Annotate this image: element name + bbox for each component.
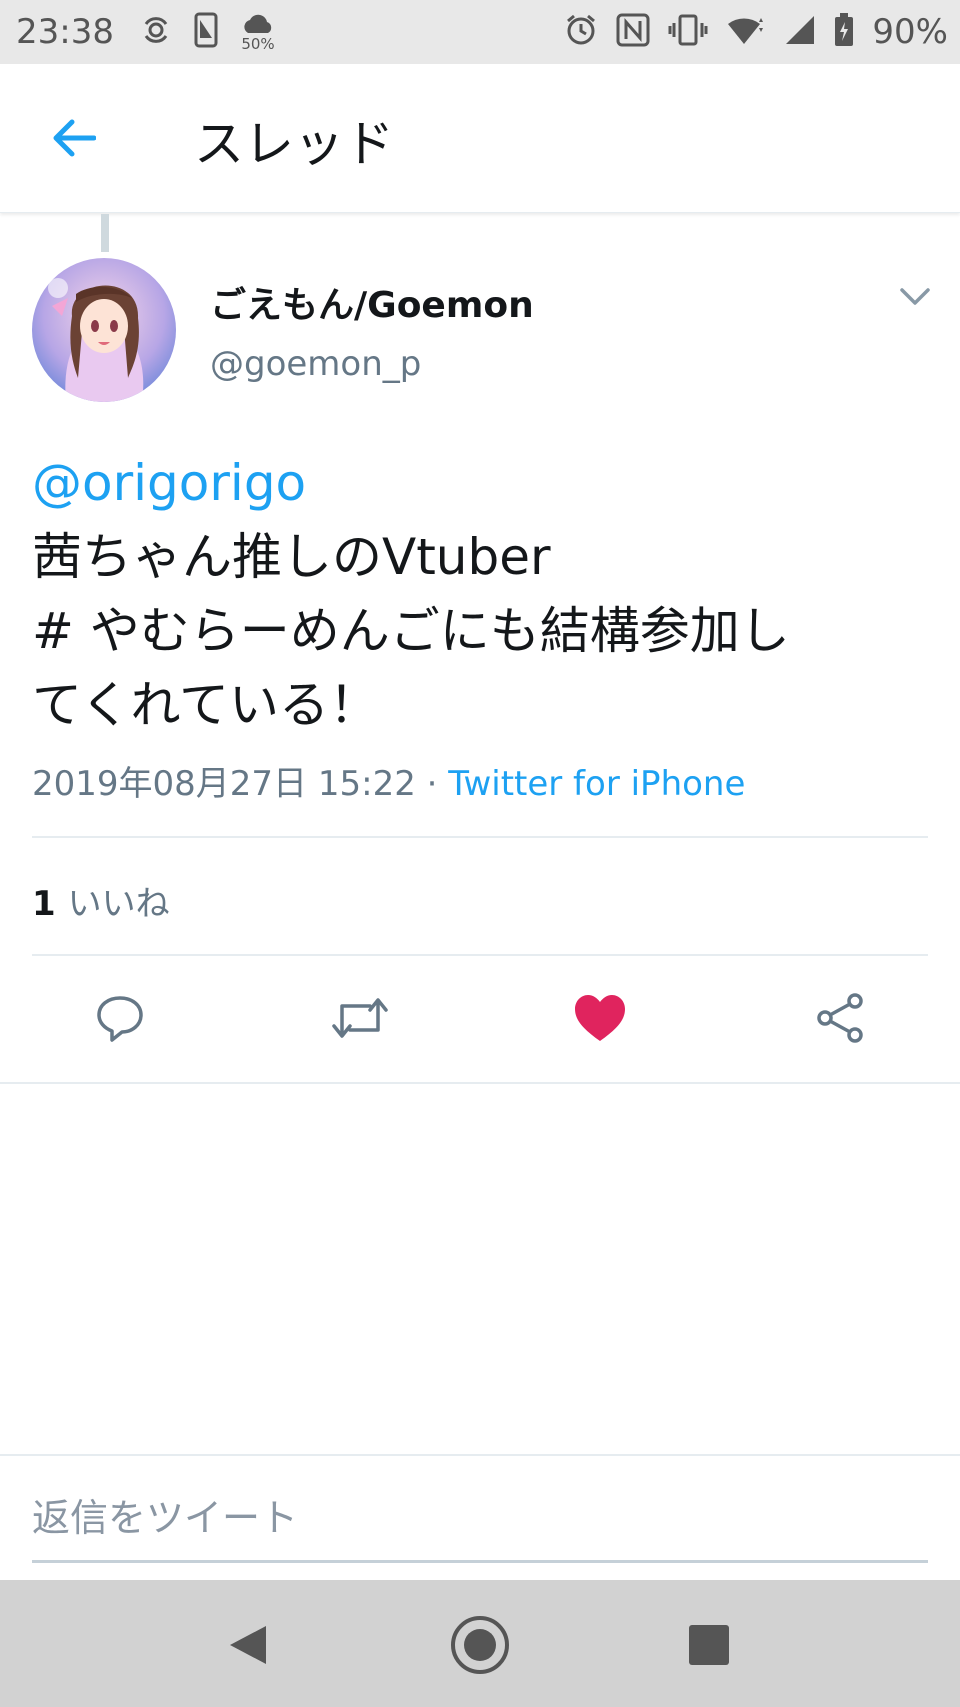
share-icon [817,993,863,1043]
tweet-text-line: # やむらーめんごにも結構参加し [32,602,790,660]
divider [0,1082,960,1084]
retweet-button[interactable] [328,986,392,1050]
reply-composer [32,1496,928,1560]
arrow-left-icon [53,119,96,157]
status-left-icons: 50% [140,8,276,56]
reply-input[interactable] [32,1496,928,1540]
user-handle[interactable]: @goemon_p [210,344,421,384]
weather-icon: 50% [240,13,276,52]
thread-connector-line [101,214,109,252]
battery-percent: 90% [872,12,948,52]
status-bar: 23:38 50% 90% [0,0,960,64]
nav-recents-button[interactable] [674,1610,744,1680]
tweet-timestamp: 2019年08月27日 15:22 [32,764,416,804]
nav-home-button[interactable] [445,1610,515,1680]
app-bar: スレッド [0,64,960,213]
reply-button[interactable] [88,986,152,1050]
heart-filled-icon [575,995,625,1041]
nav-back-button[interactable] [214,1610,284,1680]
like-count: 1 [32,884,56,924]
triangle-back-icon [230,1626,266,1664]
avatar[interactable] [32,258,176,402]
tweet-meta: 2019年08月27日 15:22 · Twitter for iPhone [32,756,745,805]
likes-summary[interactable]: 1 いいね [32,876,170,925]
display-name[interactable]: ごえもん/Goemon [210,276,534,328]
like-button[interactable] [568,986,632,1050]
reply-input-underline [32,1560,928,1563]
chevron-down-icon [900,288,930,305]
phone-icon [194,12,218,52]
sync-icon [140,14,172,50]
mention-link[interactable]: @origorigo [32,454,306,512]
wifi-icon [726,14,766,50]
tweet-text: @origorigo 茜ちゃん推しのVtuber # やむらーめんごにも結構参加… [32,446,932,742]
tweet-menu-button[interactable] [898,284,932,310]
share-button[interactable] [808,986,872,1050]
divider [32,836,928,838]
tweet-source-link[interactable]: Twitter for iPhone [448,764,745,804]
divider [32,954,928,956]
meta-separator: · [426,764,438,804]
nfc-icon [616,13,650,51]
status-right-icons: 90% [564,8,948,56]
like-label: いいね [67,884,170,924]
signal-icon [784,14,816,50]
weather-percent: 50% [241,34,275,53]
status-time: 23:38 [16,12,114,52]
divider [0,1454,960,1456]
page-title: スレッド [194,115,394,173]
battery-icon [834,13,854,51]
circle-home-icon [451,1616,509,1674]
alarm-icon [564,13,598,51]
tweet-text-line: てくれている！ [32,676,379,734]
tweet-text-line: 茜ちゃん推しのVtuber [32,528,551,586]
system-nav-bar [0,1580,960,1707]
vibrate-icon [668,13,708,51]
square-recents-icon [689,1625,729,1665]
retweet-icon [332,998,388,1038]
speech-bubble-icon [97,996,143,1042]
back-button[interactable] [46,110,102,166]
